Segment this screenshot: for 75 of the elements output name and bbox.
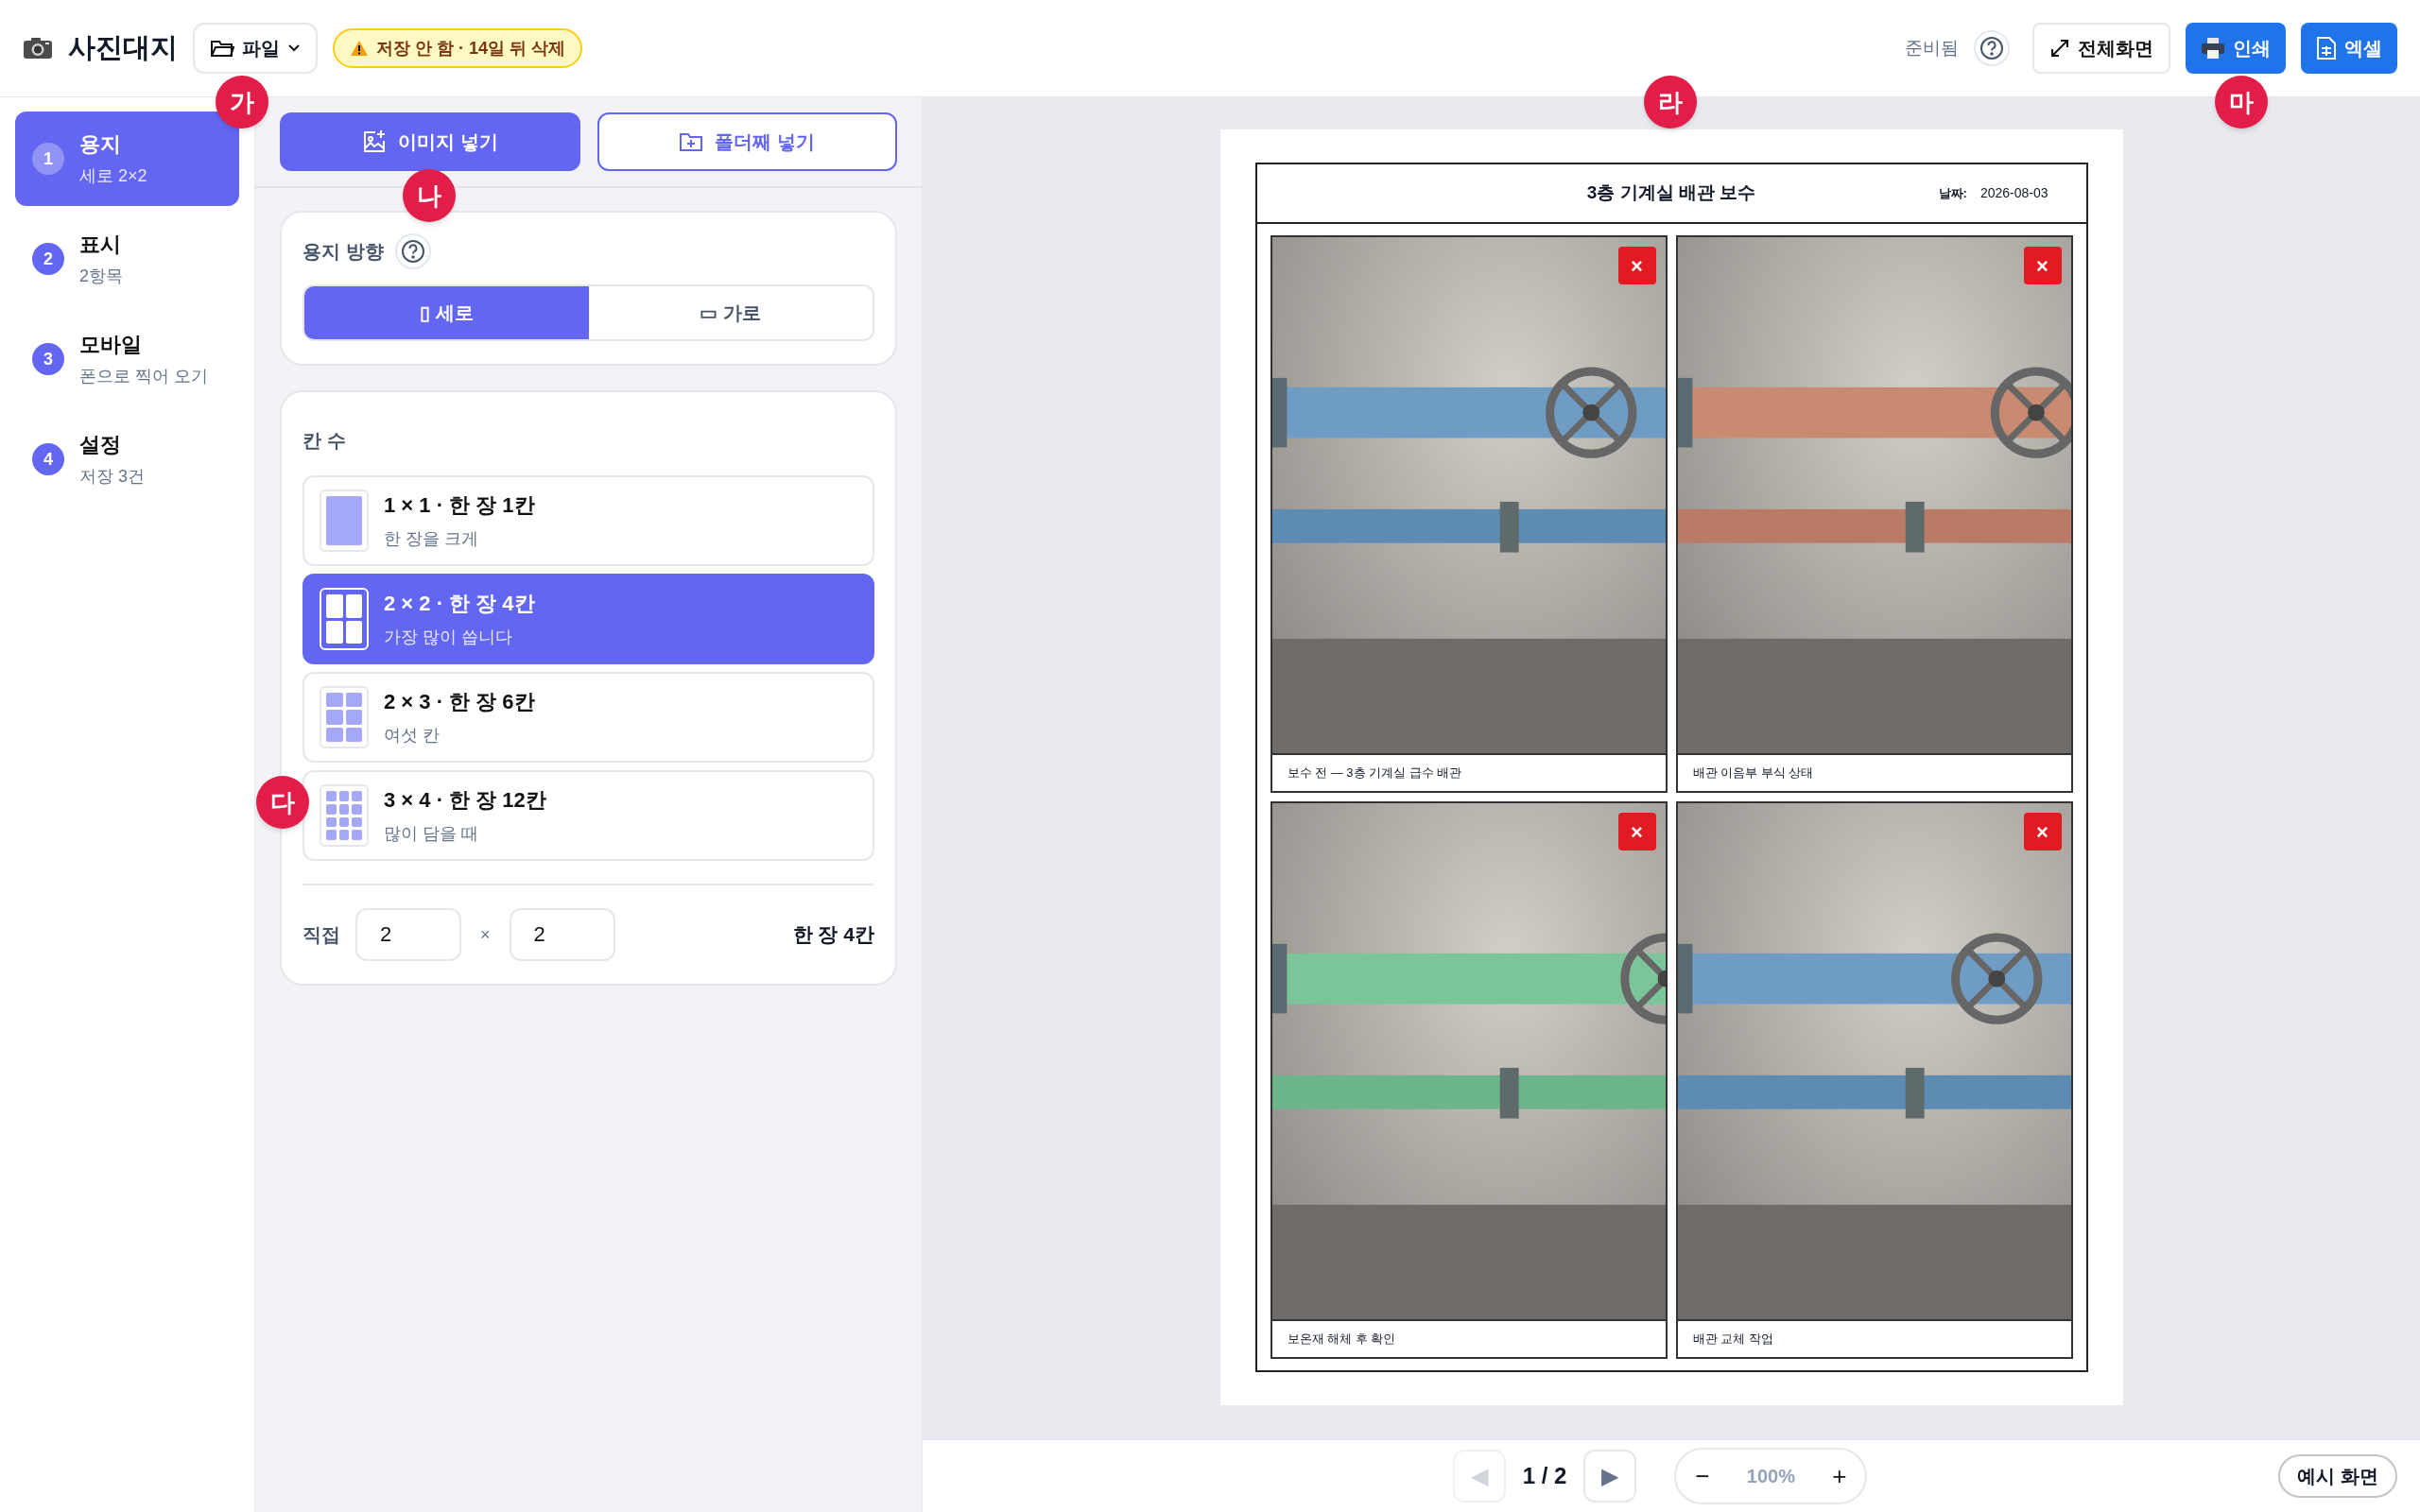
section-label: 칸 수 (302, 429, 347, 453)
layout-thumbnail-icon (320, 686, 369, 748)
step-title: 설정 (79, 432, 122, 458)
step-number: 3 (32, 343, 64, 375)
cell-count-text: 한 장 4칸 (792, 922, 874, 948)
add-images-button[interactable]: 이미지 넣기 (280, 112, 580, 171)
image-add-icon (361, 129, 387, 154)
folder-add-icon (679, 130, 704, 153)
layout-option[interactable]: 2 × 3 · 한 장 6칸 여섯 칸 (302, 672, 874, 763)
step-item[interactable]: 1 용지 세로 2×2 (15, 112, 239, 206)
orientation-option[interactable]: ▯ 세로 (304, 286, 589, 339)
remove-photo-button[interactable]: × (2023, 813, 2062, 850)
fullscreen-button[interactable]: 전체화면 (2032, 23, 2170, 74)
layout-option[interactable]: 1 × 1 · 한 장 1칸 한 장을 크게 (302, 475, 874, 566)
chevron-down-icon (287, 43, 301, 53)
printer-icon (2201, 37, 2225, 60)
expand-icon (2049, 38, 2070, 59)
status-text: 준비됨 (1905, 36, 1959, 60)
step-number: 2 (32, 243, 64, 275)
warning-icon (350, 40, 369, 57)
camera-icon (23, 37, 53, 60)
step-number: 4 (32, 443, 64, 475)
zoom-in-button[interactable]: + (1832, 1457, 1847, 1495)
step-item[interactable]: 3 모바일 폰으로 찍어 오기 (15, 312, 239, 406)
step-item[interactable]: 2 표시 2항목 (15, 212, 239, 306)
layout-option[interactable]: 2 × 2 · 한 장 4칸 가장 많이 씁니다 (302, 574, 874, 664)
folder-icon (210, 38, 234, 59)
layout-subtitle: 가장 많이 씁니다 (384, 627, 513, 648)
columns-input[interactable]: 2 (355, 908, 461, 961)
layout-thumbnail-icon (320, 784, 369, 847)
help-button[interactable] (1974, 30, 2010, 66)
step-item[interactable]: 4 설정 저장 3건 (15, 412, 239, 507)
section-label: 용지 방향 (302, 240, 384, 264)
app-title: 사진대지 (68, 31, 178, 65)
remove-photo-button[interactable]: × (2023, 247, 2062, 284)
step-subtitle: 폰으로 찍어 오기 (79, 366, 208, 387)
spreadsheet-icon (2316, 36, 2337, 60)
date-value: 2026-08-03 (1979, 184, 2048, 202)
layout-title: 3 × 4 · 한 장 12칸 (384, 787, 546, 814)
layout-title: 2 × 2 · 한 장 4칸 (384, 591, 535, 617)
layout-option[interactable]: 3 × 4 · 한 장 12칸 많이 담을 때 (302, 770, 874, 861)
step-subtitle: 2항목 (79, 266, 123, 287)
zoom-out-button[interactable]: − (1695, 1457, 1710, 1495)
help-icon (400, 239, 425, 264)
file-menu-button[interactable]: 파일 (193, 23, 318, 74)
layout-title: 1 × 1 · 한 장 1칸 (384, 492, 535, 519)
example-view-button[interactable]: 예시 화면 (2278, 1454, 2397, 1498)
step-title: 모바일 (79, 332, 143, 358)
layout-title: 2 × 3 · 한 장 6칸 (384, 689, 535, 715)
document-title: 3층 기계실 배관 보수 (1586, 181, 1756, 205)
step-number: 1 (32, 143, 64, 175)
step-title: 용지 (79, 131, 122, 158)
layout-subtitle: 여섯 칸 (384, 725, 441, 747)
step-subtitle: 세로 2×2 (79, 165, 147, 187)
times-sign: × (480, 923, 491, 946)
custom-label: 직접 (302, 923, 340, 947)
warning-text: 저장 안 함 · 14일 뒤 삭제 (376, 37, 566, 60)
help-icon (1979, 36, 2004, 60)
add-folder-button[interactable]: 폴더째 넣기 (596, 112, 897, 171)
page-indicator: 1 / 2 (1522, 1462, 1567, 1490)
remove-photo-button[interactable]: × (1617, 813, 1656, 850)
print-button[interactable]: 인쇄 (2186, 23, 2286, 74)
step-subtitle: 저장 3건 (79, 466, 145, 488)
remove-photo-button[interactable]: × (1617, 247, 1656, 284)
next-page-button[interactable]: ▶ (1583, 1450, 1637, 1503)
help-button[interactable] (394, 233, 431, 269)
rows-input[interactable]: 2 (509, 908, 615, 961)
layout-subtitle: 많이 담을 때 (384, 823, 479, 845)
zoom-level: 100% (1746, 1465, 1795, 1488)
date-label: 날짜: (1938, 184, 1967, 202)
layout-thumbnail-icon (320, 588, 369, 650)
layout-subtitle: 한 장을 크게 (384, 528, 479, 550)
excel-button[interactable]: 엑셀 (2301, 23, 2397, 74)
step-title: 표시 (79, 232, 122, 258)
layout-thumbnail-icon (320, 490, 369, 552)
